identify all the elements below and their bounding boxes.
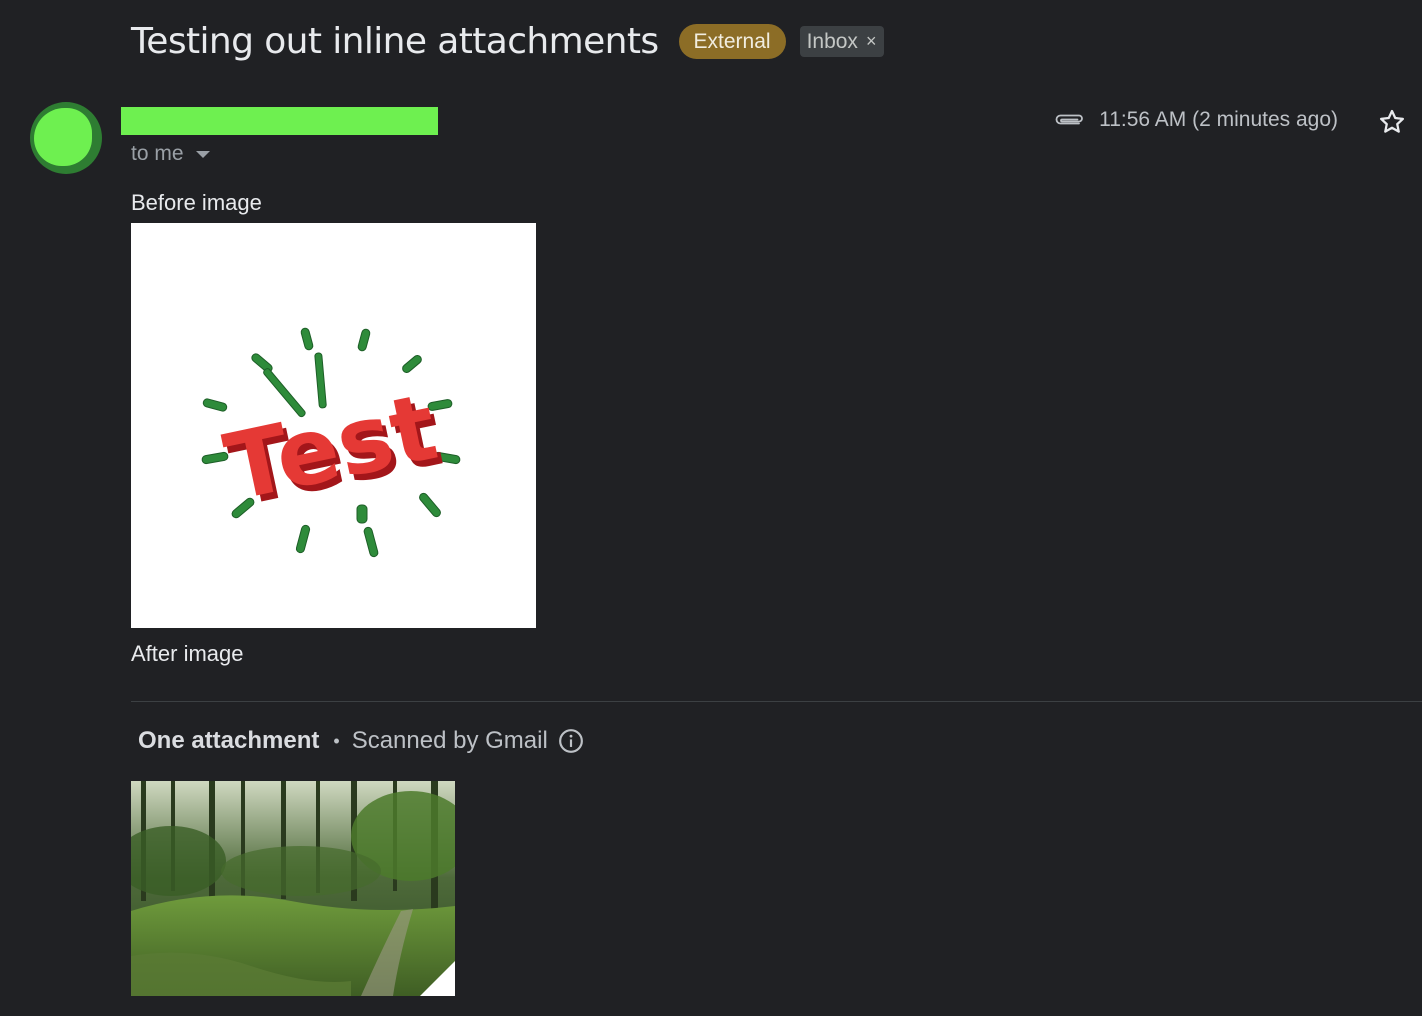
remove-label-button[interactable]: ×: [866, 26, 877, 57]
attachments-title: One attachment: [138, 727, 320, 754]
message-meta: 11:56 AM (2 minutes ago): [1053, 104, 1338, 136]
divider: [131, 701, 1422, 702]
recipient-details-toggle[interactable]: to me: [131, 142, 210, 166]
timestamp: 11:56 AM (2 minutes ago): [1099, 108, 1338, 131]
subject-row: Testing out inline attachments External …: [131, 14, 885, 68]
attachments-header: One attachment • Scanned by Gmail: [138, 722, 584, 760]
body-after-text: After image: [131, 641, 244, 666]
email-subject: Testing out inline attachments: [131, 20, 659, 62]
inline-image-text: Test: [216, 373, 445, 522]
caret-down-icon: [195, 150, 210, 158]
forest-photo: [131, 781, 455, 996]
star-button[interactable]: [1376, 106, 1408, 138]
info-icon[interactable]: [558, 728, 584, 754]
star-icon: [1380, 109, 1404, 133]
separator-dot: •: [333, 730, 340, 751]
external-label: External: [678, 23, 786, 59]
sender-avatar[interactable]: [30, 102, 102, 174]
attachment-thumbnail[interactable]: [131, 781, 455, 996]
inline-test-clock-image: Test Test: [201, 327, 461, 558]
avatar-redaction: [34, 108, 92, 166]
recipient-text: to me: [131, 142, 184, 165]
body-before-text: Before image: [131, 190, 262, 215]
sender-name-redacted: [121, 107, 438, 135]
scanned-text: Scanned by Gmail: [351, 727, 548, 754]
inbox-label-text: Inbox: [806, 29, 858, 53]
email-view: Testing out inline attachments External …: [0, 0, 1422, 1016]
inbox-label: Inbox ×: [799, 25, 885, 57]
paperclip-icon: [1053, 111, 1085, 129]
inline-image[interactable]: Test Test: [131, 223, 536, 628]
